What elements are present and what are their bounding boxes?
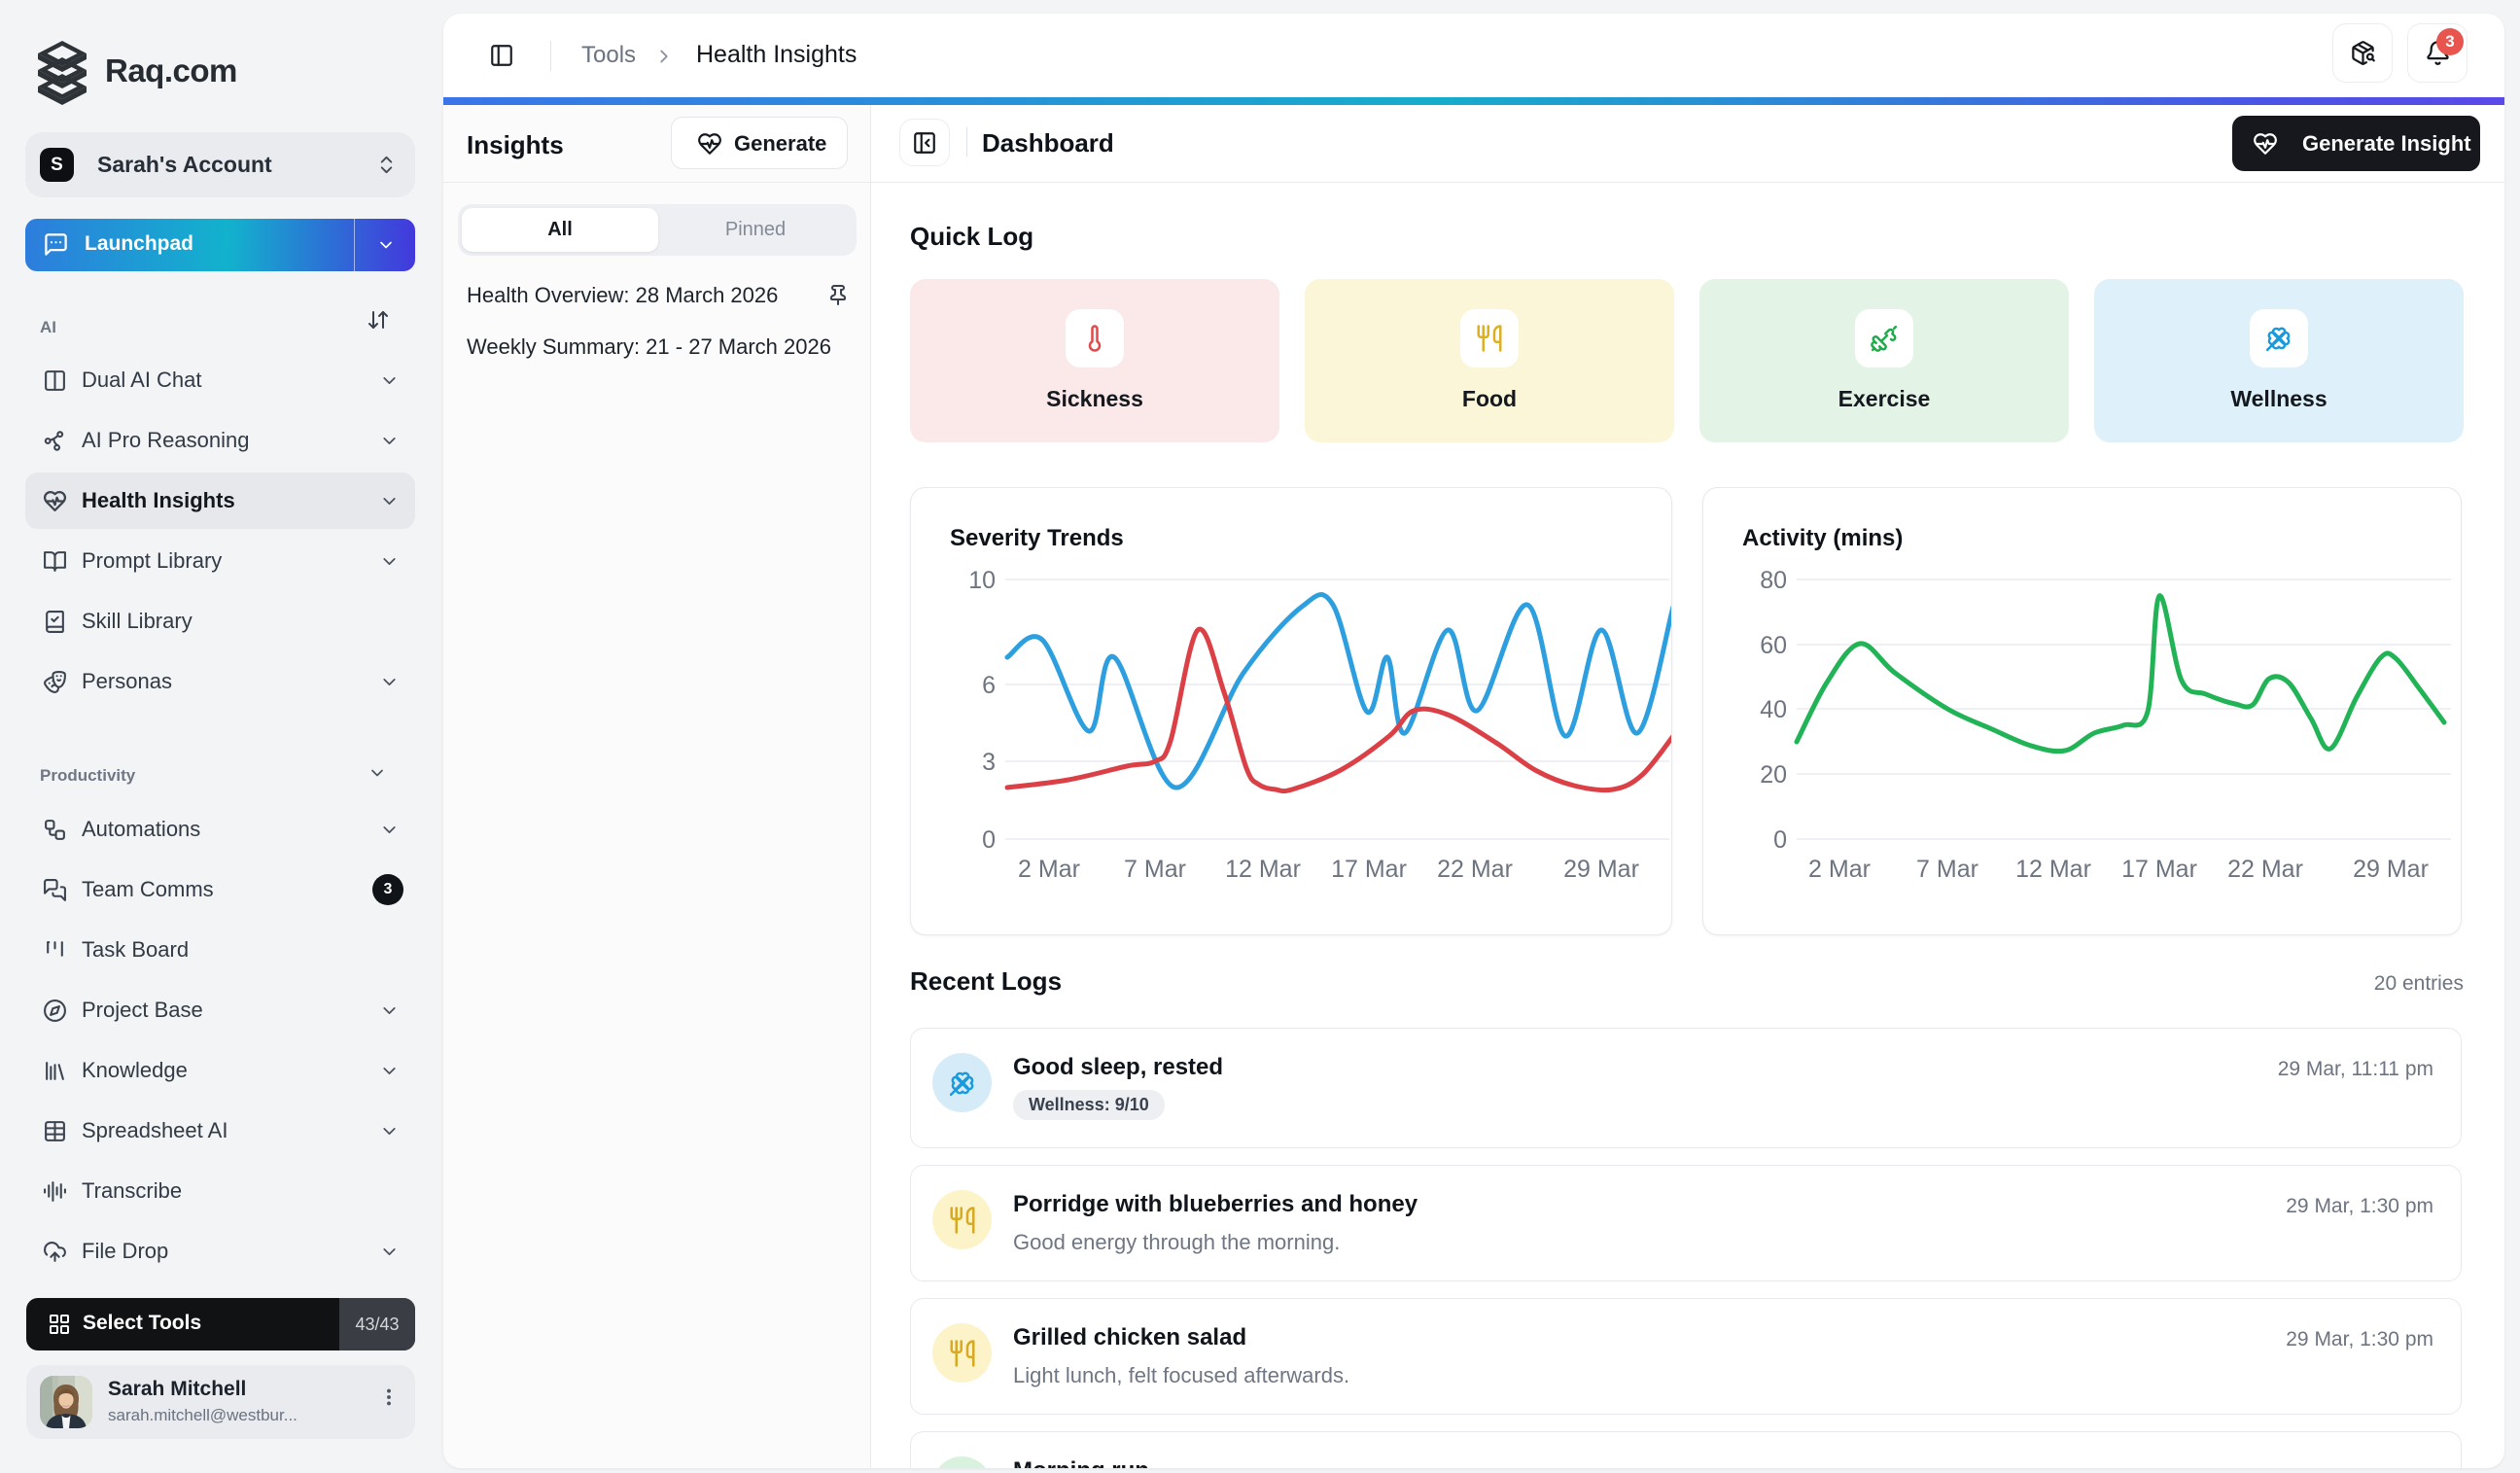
svg-text:40: 40	[1760, 696, 1787, 723]
svg-text:22 Mar: 22 Mar	[1437, 856, 1513, 883]
svg-text:0: 0	[1773, 826, 1787, 854]
svg-text:2 Mar: 2 Mar	[1808, 856, 1871, 883]
svg-text:17 Mar: 17 Mar	[2121, 856, 2197, 883]
svg-text:7 Mar: 7 Mar	[1124, 856, 1186, 883]
svg-text:20: 20	[1760, 761, 1787, 789]
svg-text:10: 10	[968, 567, 996, 594]
svg-text:2 Mar: 2 Mar	[1018, 856, 1080, 883]
svg-text:3: 3	[982, 749, 996, 776]
svg-text:29 Mar: 29 Mar	[2353, 856, 2429, 883]
svg-text:7 Mar: 7 Mar	[1916, 856, 1978, 883]
svg-text:6: 6	[982, 672, 996, 699]
svg-text:17 Mar: 17 Mar	[1331, 856, 1407, 883]
svg-text:12 Mar: 12 Mar	[2015, 856, 2091, 883]
svg-text:22 Mar: 22 Mar	[2227, 856, 2303, 883]
svg-text:12 Mar: 12 Mar	[1225, 856, 1301, 883]
svg-text:60: 60	[1760, 632, 1787, 659]
svg-text:80: 80	[1760, 567, 1787, 594]
svg-text:0: 0	[982, 826, 996, 854]
svg-text:29 Mar: 29 Mar	[1563, 856, 1639, 883]
